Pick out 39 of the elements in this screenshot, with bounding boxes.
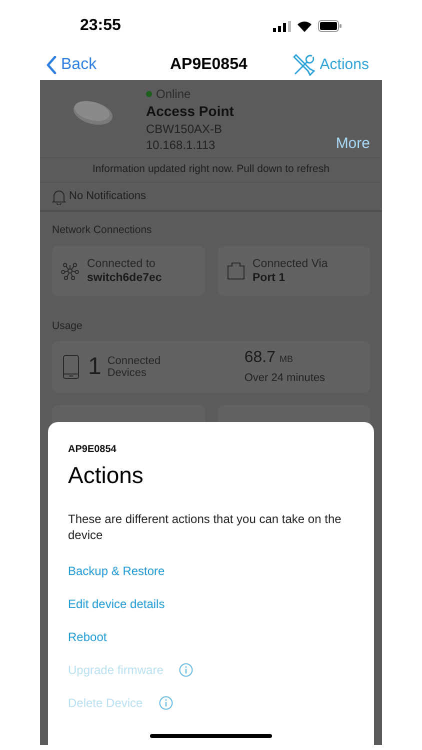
section-title: Network Connections <box>51 223 153 238</box>
device-name: Access Point <box>146 102 234 120</box>
wifi-icon <box>297 20 312 32</box>
device-model: CBW150AX-B <box>146 121 224 137</box>
data-amount: 68.7 <box>244 348 276 368</box>
connection-card[interactable]: Connected Via Port 1 <box>218 246 370 296</box>
port-icon <box>226 262 244 280</box>
nav-title: AP9E0854 <box>170 55 248 75</box>
access-point-icon <box>72 100 114 126</box>
network-nodes-icon <box>61 262 79 280</box>
connection-value: Port 1 <box>252 270 286 285</box>
chevron-left-icon <box>46 56 57 74</box>
actions-button[interactable]: Actions <box>292 54 369 76</box>
back-button[interactable]: Back <box>46 53 97 77</box>
action-link[interactable]: Reboot <box>68 628 107 646</box>
more-link[interactable]: More <box>336 133 370 156</box>
usage-period: Over 24 minutes <box>244 371 326 386</box>
notifications-label: No Notifications <box>69 189 146 204</box>
bell-icon <box>52 188 66 204</box>
phone-icon <box>63 354 79 378</box>
data-unit: MB <box>280 353 293 366</box>
action-link[interactable]: Backup & Restore <box>68 562 165 580</box>
ip-address: 10.168.1.113 <box>146 137 216 153</box>
connection-label: Connected to <box>87 256 156 271</box>
sheet-description: These are different actions that you can take on the device <box>68 510 342 542</box>
tools-icon <box>292 54 315 76</box>
sheet-title: Actions <box>68 461 144 490</box>
device-count: 1 <box>88 352 102 382</box>
action-link[interactable]: Edit device details <box>68 594 165 612</box>
clock-time: 23:55 <box>80 16 121 36</box>
connection-value: switch6de7ec <box>87 270 162 285</box>
count-label: Connected Devices <box>107 354 162 378</box>
refresh-info: Information updated right now. Pull down to refresh <box>40 158 382 183</box>
sheet-subtitle: AP9E0854 <box>68 443 118 457</box>
battery-icon <box>318 20 342 32</box>
signal-icon <box>273 20 291 32</box>
connection-label: Connected Via <box>252 256 328 271</box>
section-title: Usage <box>51 318 84 334</box>
connection-card[interactable]: Connected to switch6de7ec <box>52 246 204 296</box>
